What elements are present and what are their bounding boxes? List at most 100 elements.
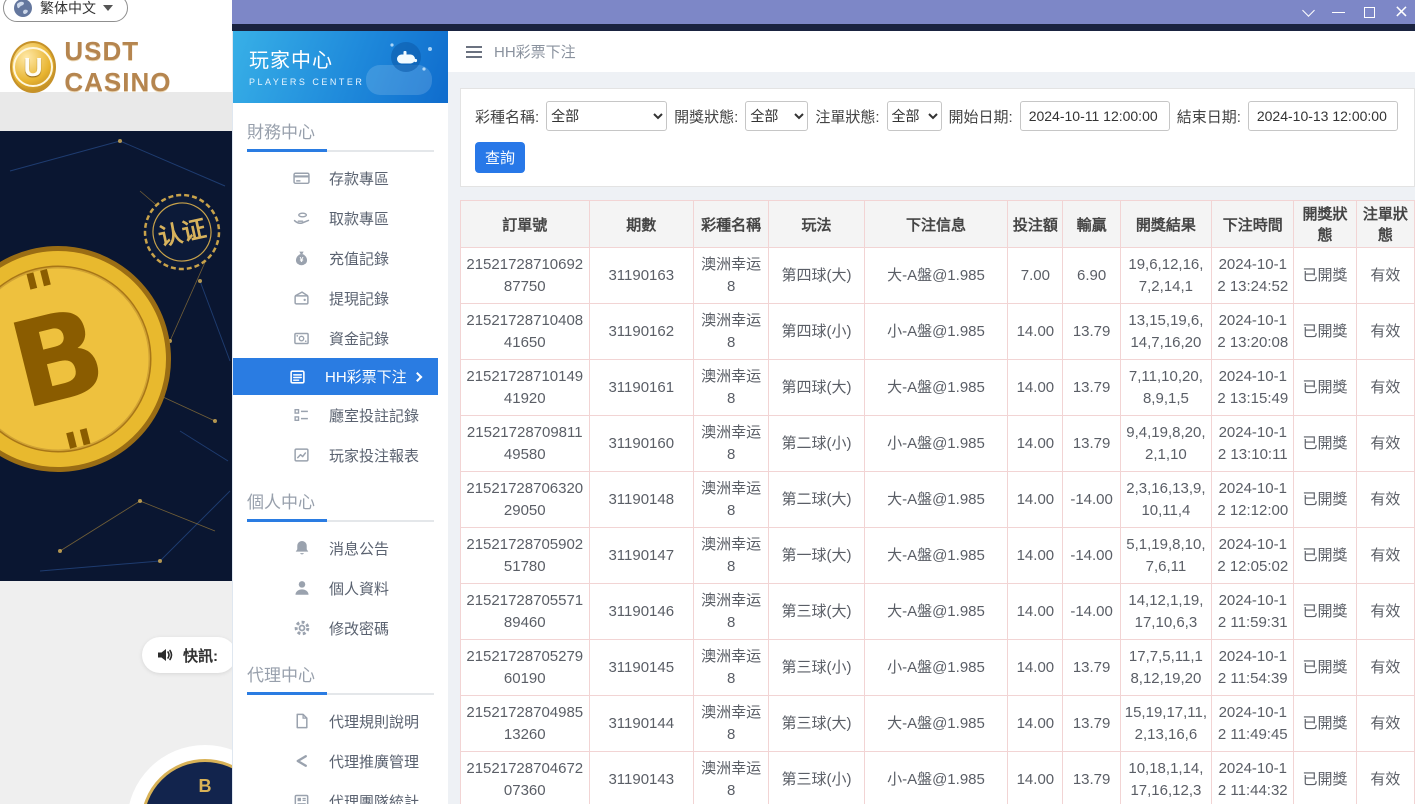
table-cell: 31190146: [589, 584, 693, 640]
table-header-row: 訂單號期數彩種名稱玩法下注信息投注額輸贏開獎結果下注時間開獎狀態注單狀態: [461, 201, 1415, 248]
table-cell: 6.90: [1063, 248, 1120, 304]
titlebar-strip: [232, 24, 1415, 31]
bets-table: 訂單號期數彩種名稱玩法下注信息投注額輸贏開獎結果下注時間開獎狀態注單狀態 215…: [460, 200, 1415, 804]
table-cell: 7.00: [1008, 248, 1063, 304]
sidebar-item-announcements[interactable]: 消息公告: [233, 528, 448, 568]
sidebar-item-withdraw-zone[interactable]: 取款專區: [233, 198, 448, 238]
table-cell: 2024-10-12 13:10:11: [1212, 416, 1294, 472]
table-row: 215217287052796019031190145澳洲幸运8第三球(小)小-…: [461, 640, 1415, 696]
column-header: 下注信息: [864, 201, 1008, 248]
draw-status-select[interactable]: 全部: [745, 101, 808, 131]
column-header: 注單狀態: [1356, 201, 1414, 248]
table-cell: 31190160: [589, 416, 693, 472]
table-cell: 已開獎: [1294, 360, 1356, 416]
sidebar-item-label: 資金記錄: [329, 328, 389, 349]
table-cell: 已開獎: [1294, 528, 1356, 584]
sidebar-item-funds-records[interactable]: 資金記錄: [233, 318, 448, 358]
speaker-icon: [156, 646, 174, 664]
chevron-right-icon: [413, 372, 423, 382]
start-date-input[interactable]: [1020, 101, 1170, 131]
table-cell: 澳洲幸运8: [693, 752, 768, 804]
table-cell: 有效: [1356, 584, 1414, 640]
table-cell: 第一球(大): [769, 528, 864, 584]
table-cell: 第三球(大): [769, 584, 864, 640]
maximize-button[interactable]: [1364, 7, 1375, 18]
window-titlebar: ×: [232, 0, 1415, 24]
order-status-select[interactable]: 全部: [887, 101, 942, 131]
sidebar-item-label: 代理規則說明: [329, 711, 419, 732]
table-cell: 小-A盤@1.985: [864, 304, 1008, 360]
sidebar-menu: 財務中心存款專區取款專區¥充值記錄提現記錄資金記錄HH彩票下注廳室投註記錄玩家投…: [233, 103, 448, 804]
brand-name: USDT CASINO: [64, 36, 232, 98]
table-cell: 已開獎: [1294, 752, 1356, 804]
sidebar-item-withdrawal-records[interactable]: 提現記錄: [233, 278, 448, 318]
table-cell: 澳洲幸运8: [693, 472, 768, 528]
table-cell: 澳洲幸运8: [693, 584, 768, 640]
table-cell: 13,15,19,6,14,7,16,20: [1120, 304, 1211, 360]
table-cell: -14.00: [1063, 472, 1120, 528]
table-cell: 已開獎: [1294, 248, 1356, 304]
minimize-button[interactable]: [1332, 12, 1345, 13]
table-row: 215217287106928775031190163澳洲幸运8第四球(大)大-…: [461, 248, 1415, 304]
column-header: 下注時間: [1212, 201, 1294, 248]
lottery-name-select[interactable]: 全部: [546, 101, 667, 131]
table-cell: 10,18,1,14,17,16,12,3: [1120, 752, 1211, 804]
table-cell: 第四球(小): [769, 304, 864, 360]
sidebar-item-profile[interactable]: 個人資料: [233, 568, 448, 608]
table-cell: 2152172871014941920: [461, 360, 590, 416]
bottom-logo-symbol: B: [199, 776, 212, 804]
chevron-down-button[interactable]: [1304, 10, 1313, 15]
breadcrumb-bar: HH彩票下注: [448, 31, 1415, 72]
globe-icon: [13, 0, 33, 18]
table-cell: 澳洲幸运8: [693, 528, 768, 584]
close-button[interactable]: ×: [1394, 3, 1409, 21]
sidebar: 玩家中心 PLAYERS CENTER 財務中心存款專區取款專區¥充值記錄提現記…: [232, 31, 448, 804]
sidebar-item-label: 玩家投注報表: [329, 445, 419, 466]
minimize-icon: [1332, 12, 1345, 13]
table-cell: 已開獎: [1294, 584, 1356, 640]
table-cell: 14.00: [1008, 752, 1063, 804]
table-cell: 2,3,16,13,9,10,11,4: [1120, 472, 1211, 528]
table-cell: 已開獎: [1294, 472, 1356, 528]
table-cell: 31190145: [589, 640, 693, 696]
window-controls: ×: [1304, 0, 1409, 24]
sidebar-item-change-password[interactable]: 修改密碼: [233, 608, 448, 648]
filter-panel: 彩種名稱: 全部 開獎狀態: 全部 注單狀態: 全部 開始日期: 結束日期: 查…: [460, 88, 1415, 187]
search-button[interactable]: 查詢: [475, 142, 525, 173]
section-underline: [247, 693, 434, 695]
funds-record-icon: [293, 330, 310, 347]
table-cell: 大-A盤@1.985: [864, 360, 1008, 416]
sidebar-item-label: 充值記錄: [329, 248, 389, 269]
table-row: 215217287098114958031190160澳洲幸运8第二球(小)小-…: [461, 416, 1415, 472]
table-cell: 已開獎: [1294, 304, 1356, 360]
end-date-input[interactable]: [1248, 101, 1398, 131]
lottery-name-label: 彩種名稱:: [475, 106, 539, 127]
table-cell: 已開獎: [1294, 416, 1356, 472]
table-cell: 有效: [1356, 416, 1414, 472]
column-header: 訂單號: [461, 201, 590, 248]
sidebar-item-recharge-records[interactable]: ¥充值記錄: [233, 238, 448, 278]
sidebar-item-agent-promotion[interactable]: 代理推廣管理: [233, 741, 448, 781]
sidebar-item-agent-team-stats[interactable]: 代理團隊統計: [233, 781, 448, 804]
table-cell: -14.00: [1063, 528, 1120, 584]
sidebar-item-player-bet-report[interactable]: 玩家投注報表: [233, 435, 448, 475]
sidebar-item-label: 個人資料: [329, 578, 389, 599]
sidebar-item-room-bet-records[interactable]: 廳室投註記錄: [233, 395, 448, 435]
person-icon: [293, 579, 311, 597]
menu-toggle-icon[interactable]: [466, 46, 482, 58]
table-cell: 2152172870981149580: [461, 416, 590, 472]
table-cell: 第四球(大): [769, 360, 864, 416]
language-selector[interactable]: 繁体中文: [3, 0, 128, 22]
table-cell: 小-A盤@1.985: [864, 640, 1008, 696]
sidebar-item-label: 存款專區: [329, 168, 389, 189]
order-status-label: 注單狀態:: [815, 106, 879, 127]
column-header: 彩種名稱: [693, 201, 768, 248]
sidebar-item-deposit-zone[interactable]: 存款專區: [233, 158, 448, 198]
sidebar-item-hh-lottery-bets[interactable]: HH彩票下注: [233, 358, 438, 395]
section-title-2: 代理中心: [233, 648, 448, 693]
column-header: 開獎結果: [1120, 201, 1211, 248]
table-cell: 17,7,5,11,18,12,19,20: [1120, 640, 1211, 696]
main-content: HH彩票下注 彩種名稱: 全部 開獎狀態: 全部 注單狀態: 全部 開始日期: …: [448, 31, 1415, 804]
sidebar-item-agent-rules[interactable]: 代理規則說明: [233, 701, 448, 741]
table-cell: 2024-10-12 13:15:49: [1212, 360, 1294, 416]
